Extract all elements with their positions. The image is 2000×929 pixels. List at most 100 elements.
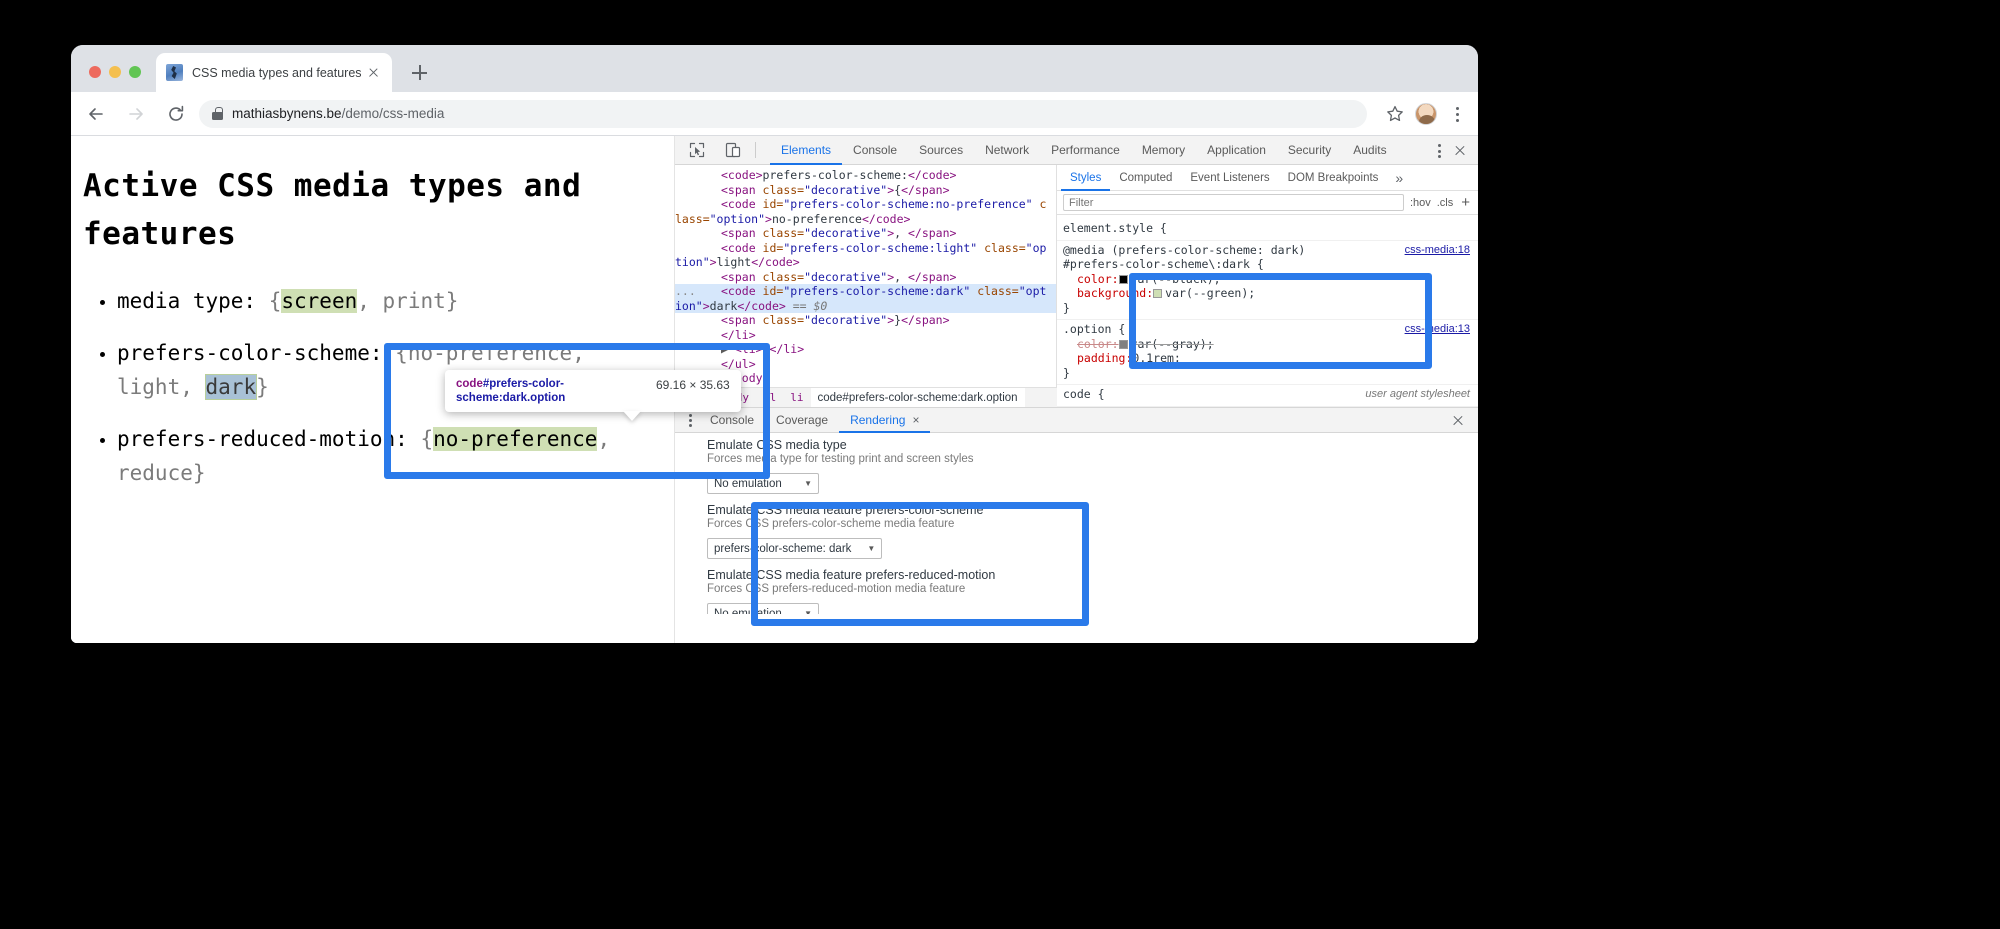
dom-line[interactable]: <code id="prefers-color-scheme:light" cl… (675, 241, 1056, 270)
tab-elements[interactable]: Elements (770, 136, 842, 165)
close-devtools-icon[interactable] (1448, 136, 1472, 165)
dom-token: </code> (908, 168, 956, 182)
close-icon[interactable] (364, 64, 382, 82)
css-rule[interactable]: @media (prefers-color-scheme: dark) #pre… (1057, 241, 1478, 321)
back-arrow-icon[interactable] (81, 99, 111, 129)
css-source-link: user agent stylesheet (1365, 387, 1470, 402)
more-tools-icon[interactable] (1430, 136, 1448, 165)
dom-token: </ul> (721, 357, 756, 371)
devtools-tabs: ElementsConsoleSourcesNetworkPerformance… (770, 136, 1398, 165)
css-rule[interactable]: .option {color: var(--gray);padding: 0.1… (1057, 320, 1478, 385)
tab-security[interactable]: Security (1277, 136, 1342, 165)
close-drawer-icon[interactable] (1446, 408, 1470, 433)
styles-tab-computed[interactable]: Computed (1110, 165, 1181, 191)
address-bar[interactable]: mathiasbynens.be/demo/css-media (199, 100, 1367, 128)
drawer-tab-label: Coverage (776, 408, 828, 433)
breadcrumb-item[interactable]: ul (756, 388, 783, 408)
rendering-setting-select[interactable]: prefers-color-scheme: dark▼ (707, 538, 882, 559)
reload-icon[interactable] (161, 99, 191, 129)
dom-line[interactable]: </li> (675, 328, 1056, 343)
chevron-down-icon: ▼ (788, 609, 812, 614)
dom-token: <code (721, 241, 763, 255)
dom-line[interactable]: <span class="decorative">{</span> (675, 183, 1056, 198)
lock-icon (212, 107, 223, 120)
css-property: color: (1063, 272, 1119, 287)
tab-memory[interactable]: Memory (1131, 136, 1196, 165)
site-favicon-icon (166, 64, 183, 81)
breadcrumb-item[interactable]: code#prefers-color-scheme:dark.option (811, 388, 1025, 408)
three-dot-menu-icon[interactable] (1446, 100, 1468, 128)
styles-filter-input[interactable] (1063, 194, 1404, 211)
dom-line[interactable]: ...<code id="prefers-color-scheme:dark" … (675, 284, 1056, 313)
profile-avatar[interactable] (1415, 103, 1437, 125)
window-close-button[interactable] (89, 66, 101, 78)
dom-token: <li> (735, 342, 763, 356)
inspect-element-icon[interactable] (683, 139, 711, 161)
color-swatch[interactable] (1119, 275, 1128, 284)
css-selector[interactable]: element.style { (1063, 221, 1472, 236)
css-property: background: (1063, 286, 1153, 301)
option-separator: , (572, 341, 585, 365)
css-source-link[interactable]: css-media:13 (1405, 322, 1470, 337)
breadcrumb-item[interactable]: li (783, 388, 810, 408)
tab-audits[interactable]: Audits (1342, 136, 1397, 165)
drawer-tab-coverage[interactable]: Coverage (765, 408, 839, 433)
devtools-drawer: ConsoleCoverageRendering× Emulate CSS me… (675, 408, 1478, 614)
rendering-setting-select[interactable]: No emulation▼ (707, 473, 819, 494)
star-icon[interactable] (1381, 100, 1409, 128)
styles-more-tabs-icon[interactable]: » (1387, 170, 1411, 186)
new-style-rule-button[interactable]: + (1459, 194, 1472, 211)
css-rule[interactable]: code {user agent stylesheet (1057, 385, 1478, 407)
dom-line[interactable]: </ul> (675, 357, 1056, 372)
toolbar-divider (755, 142, 756, 158)
tab-strip: CSS media types and features (71, 45, 1478, 92)
dom-line[interactable]: ▶ <li>…</li> (675, 342, 1056, 357)
css-rule[interactable]: element.style { (1057, 219, 1478, 241)
css-source-link[interactable]: css-media:18 (1405, 243, 1470, 258)
dom-token: </span> (901, 183, 949, 197)
forward-arrow-icon[interactable] (121, 99, 151, 129)
cls-toggle[interactable]: .cls (1437, 197, 1454, 209)
color-swatch[interactable] (1153, 289, 1162, 298)
color-swatch[interactable] (1119, 340, 1128, 349)
css-declaration[interactable]: color: var(--gray); (1063, 337, 1472, 352)
css-declaration[interactable]: color: var(--black); (1063, 272, 1472, 287)
browser-tab[interactable]: CSS media types and features (156, 53, 392, 92)
rendering-setting-value: prefers-color-scheme: dark (714, 543, 851, 555)
dom-token: "decorative" (804, 313, 887, 327)
drawer-tab-rendering[interactable]: Rendering× (839, 408, 930, 433)
css-value: 0.1rem; (1132, 351, 1180, 365)
dom-line[interactable]: <code>prefers-color-scheme:</code> (675, 168, 1056, 183)
tab-network[interactable]: Network (974, 136, 1040, 165)
feature-label: media type: (117, 289, 269, 313)
css-property: padding: (1063, 351, 1132, 366)
dom-line[interactable]: <span class="decorative">, </span> (675, 270, 1056, 285)
rendering-settings: Emulate CSS media typeForces media type … (675, 433, 1478, 614)
tab-sources[interactable]: Sources (908, 136, 974, 165)
hov-toggle[interactable]: :hov (1410, 197, 1431, 209)
option-separator: , (357, 289, 382, 313)
styles-tab-event-listeners[interactable]: Event Listeners (1181, 165, 1278, 191)
close-icon[interactable]: × (912, 408, 919, 433)
dom-line[interactable]: <span class="decorative">, </span> (675, 226, 1056, 241)
window-zoom-button[interactable] (129, 66, 141, 78)
tab-application[interactable]: Application (1196, 136, 1277, 165)
page-title: Active CSS media types and features (83, 162, 652, 258)
dom-token: > (710, 255, 717, 269)
dom-line[interactable]: <code id="prefers-color-scheme:no-prefer… (675, 197, 1056, 226)
css-declaration[interactable]: padding: 0.1rem; (1063, 351, 1472, 366)
tab-performance[interactable]: Performance (1040, 136, 1131, 165)
css-declaration[interactable]: background: var(--green); (1063, 286, 1472, 301)
styles-tab-dom-breakpoints[interactable]: DOM Breakpoints (1279, 165, 1388, 191)
rendering-setting-select[interactable]: No emulation▼ (707, 603, 819, 614)
window-minimize-button[interactable] (109, 66, 121, 78)
rendering-setting-description: Forces media type for testing print and … (707, 453, 1478, 465)
rendering-setting: Emulate CSS media feature prefers-reduce… (707, 568, 1478, 614)
dom-line[interactable]: <span class="decorative">}</span> (675, 313, 1056, 328)
tab-console[interactable]: Console (842, 136, 908, 165)
device-toolbar-icon[interactable] (719, 139, 747, 161)
new-tab-button[interactable] (406, 59, 433, 86)
dom-token: <code> (721, 168, 763, 182)
styles-tab-styles[interactable]: Styles (1061, 165, 1110, 191)
tooltip-element-name: code#prefers-color-scheme:dark.option (456, 377, 642, 405)
